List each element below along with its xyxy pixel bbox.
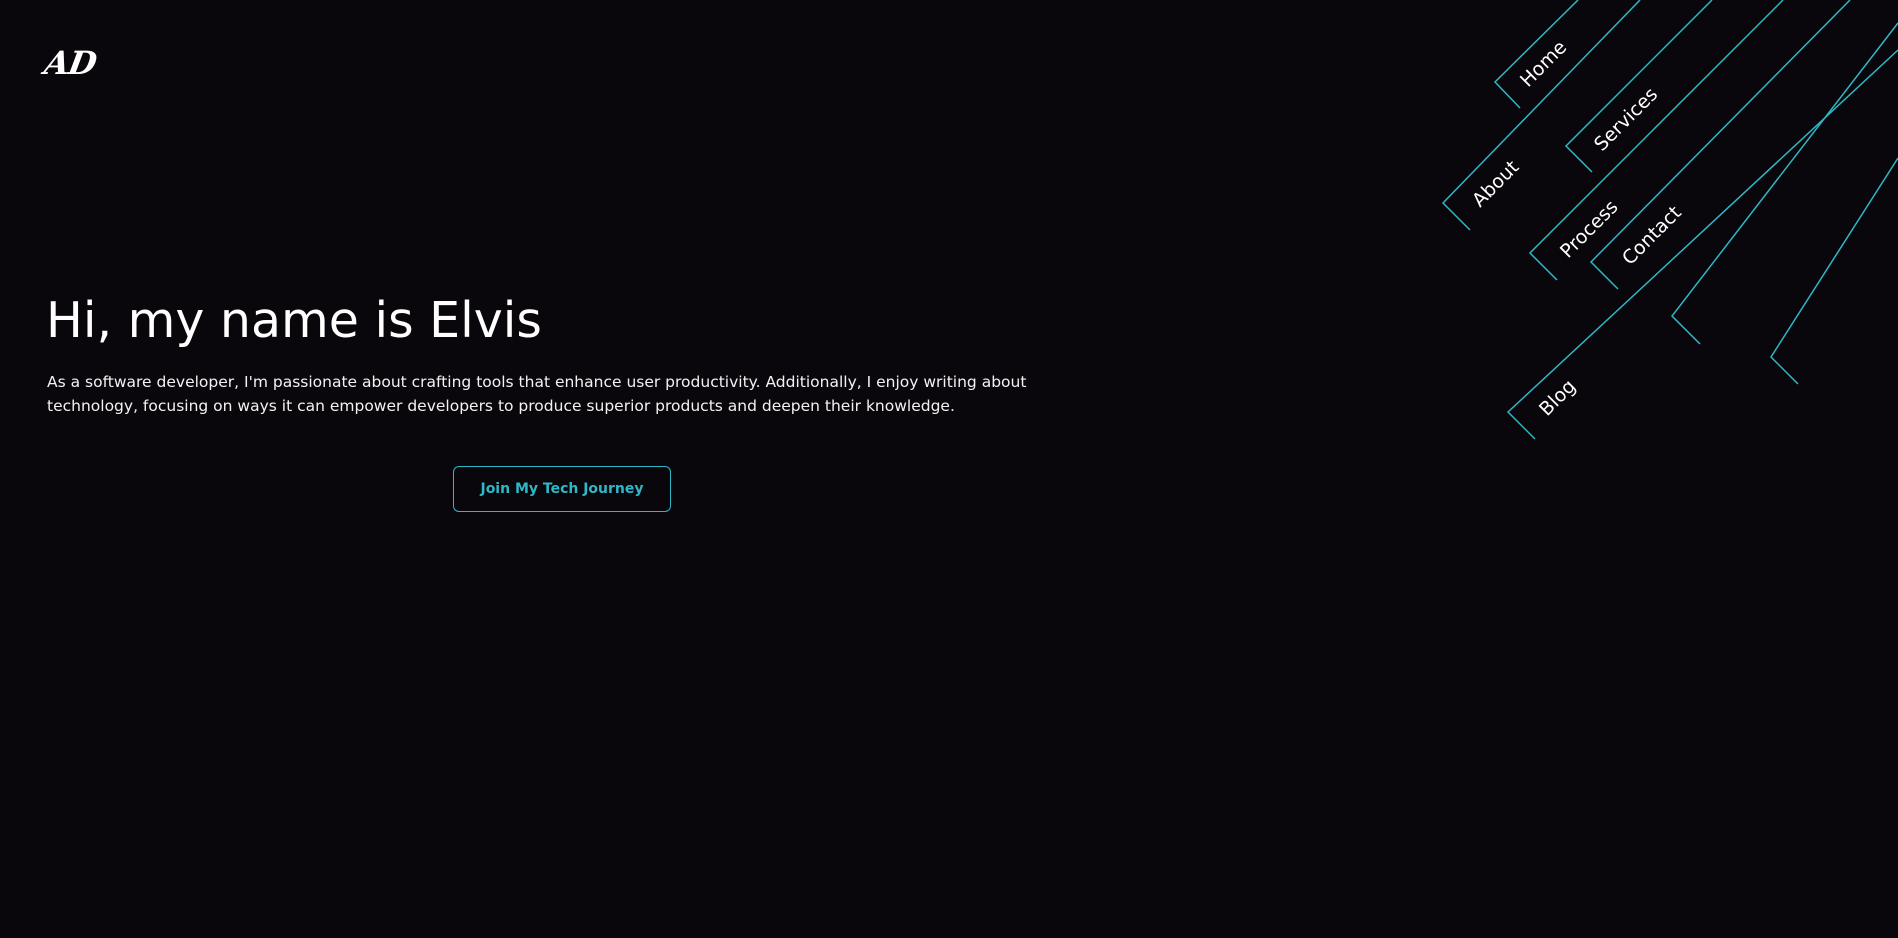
nav-label-home[interactable]: Home (1516, 36, 1571, 91)
nav-item-about[interactable]: About (1441, 0, 1641, 231)
nav-label-services[interactable]: Services (1590, 83, 1662, 155)
nav-label-blog[interactable]: Blog (1535, 375, 1580, 420)
decor-line-2 (1770, 157, 1898, 385)
nav-item-services[interactable]: Services (1564, 0, 1713, 173)
diagonal-nav: Home Services About Process Contact Blog (1441, 0, 1898, 440)
nav-line-services (1564, 0, 1713, 173)
site-logo[interactable]: AD (42, 44, 99, 82)
nav-label-process[interactable]: Process (1556, 196, 1623, 263)
page: AD Hi, my name is Elvis As a software de… (0, 0, 1898, 938)
nav-item-home[interactable]: Home (1493, 0, 1579, 109)
hero-description: As a software developer, I'm passionate … (47, 373, 1027, 415)
join-journey-button[interactable]: Join My Tech Journey (453, 466, 671, 512)
hero-title: Hi, my name is Elvis (46, 292, 542, 349)
nav-item-contact[interactable]: Contact (1589, 0, 1851, 290)
nav-label-about[interactable]: About (1468, 156, 1523, 211)
decor-line-1 (1671, 22, 1898, 345)
nav-label-contact[interactable]: Contact (1618, 202, 1686, 270)
